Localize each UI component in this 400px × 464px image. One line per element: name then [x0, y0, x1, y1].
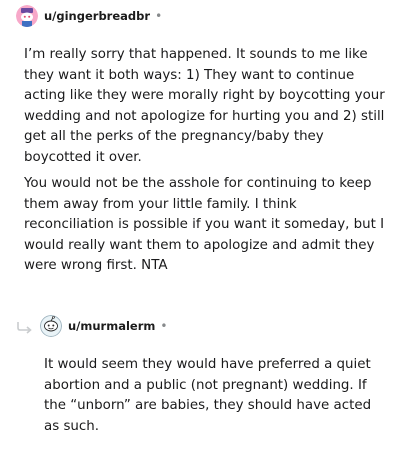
- username-link[interactable]: u/gingerbreadbr: [44, 9, 150, 23]
- separator-dot: •: [155, 9, 163, 23]
- comment-body: I’m really sorry that happened. It sound…: [24, 45, 386, 169]
- comment-body: It would seem they would have preferred …: [44, 355, 390, 437]
- comment-paragraph: I’m really sorry that happened. It sound…: [24, 47, 385, 165]
- white-snoo-avatar-icon: [40, 315, 62, 337]
- separator-dot: •: [160, 319, 168, 333]
- user-avatar-icon[interactable]: [40, 315, 62, 337]
- username-link[interactable]: u/murmalerm: [68, 319, 155, 333]
- pink-snoo-avatar-icon: [16, 5, 38, 27]
- comment-body: You would not be the asshole for continu…: [24, 174, 386, 277]
- comment-paragraph: It would seem they would have preferred …: [44, 357, 372, 434]
- reply-header: u/murmalerm •: [16, 315, 167, 337]
- comment-header: u/gingerbreadbr •: [16, 5, 162, 27]
- reply-arrow-icon: [16, 321, 34, 335]
- user-avatar-icon[interactable]: [16, 5, 38, 27]
- comment-paragraph: You would not be the asshole for continu…: [24, 176, 385, 274]
